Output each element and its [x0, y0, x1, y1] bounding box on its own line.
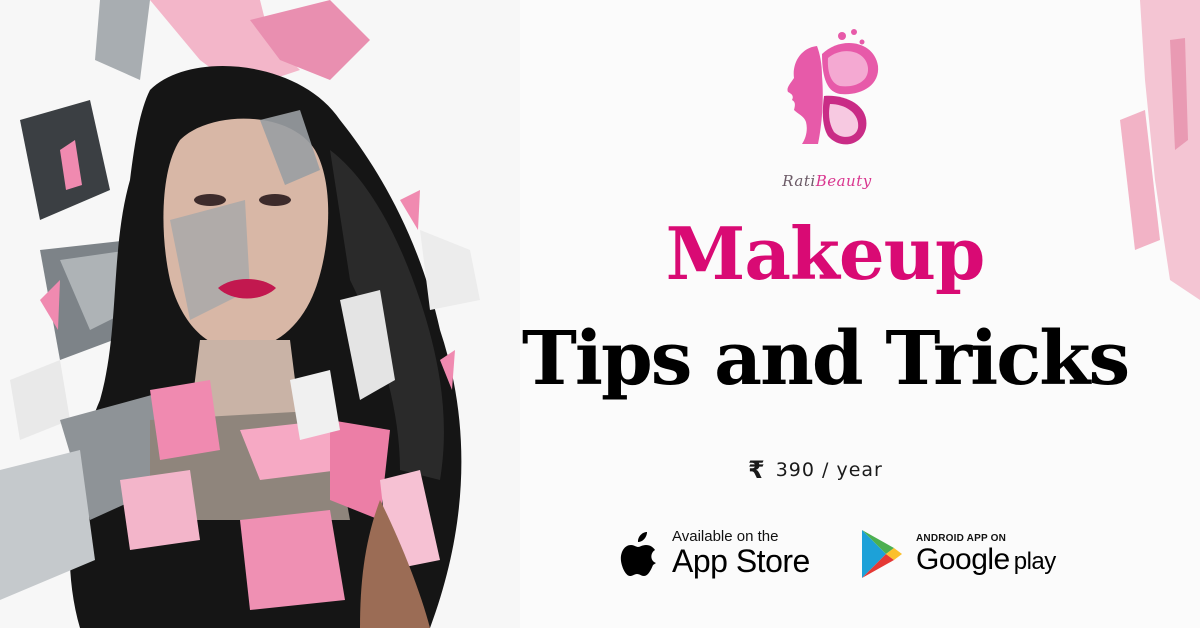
rupee-icon: ₹ [748, 456, 766, 484]
google-play-icon [862, 530, 902, 578]
portrait-collage-image [0, 0, 520, 628]
headline-tips-and-tricks: Tips and Tricks [521, 316, 1130, 402]
subscription-price: ₹ 390 / year [748, 456, 883, 484]
rati-beauty-logo: RatiBeauty [762, 26, 892, 202]
google-play-button[interactable]: ANDROID APP ON Google play [860, 524, 1056, 584]
play-word: play [1013, 547, 1057, 575]
apple-icon [620, 532, 656, 576]
brand-name-part1: Rati [782, 172, 816, 190]
ad-banner: RatiBeauty Makeup Tips and Tricks ₹ 390 … [0, 0, 1200, 628]
butterfly-face-logo-icon [787, 29, 879, 145]
brand-wordmark: RatiBeauty [762, 172, 892, 190]
google-word: Google [916, 542, 1010, 576]
app-store-button[interactable]: Available on the App Store [620, 524, 810, 584]
google-play-big-text: Google play [916, 544, 1056, 576]
headline-makeup: Makeup [665, 211, 986, 296]
app-store-big-text: App Store [672, 543, 810, 580]
price-amount: 390 / year [775, 459, 883, 481]
brand-name-part2: Beauty [815, 172, 872, 190]
